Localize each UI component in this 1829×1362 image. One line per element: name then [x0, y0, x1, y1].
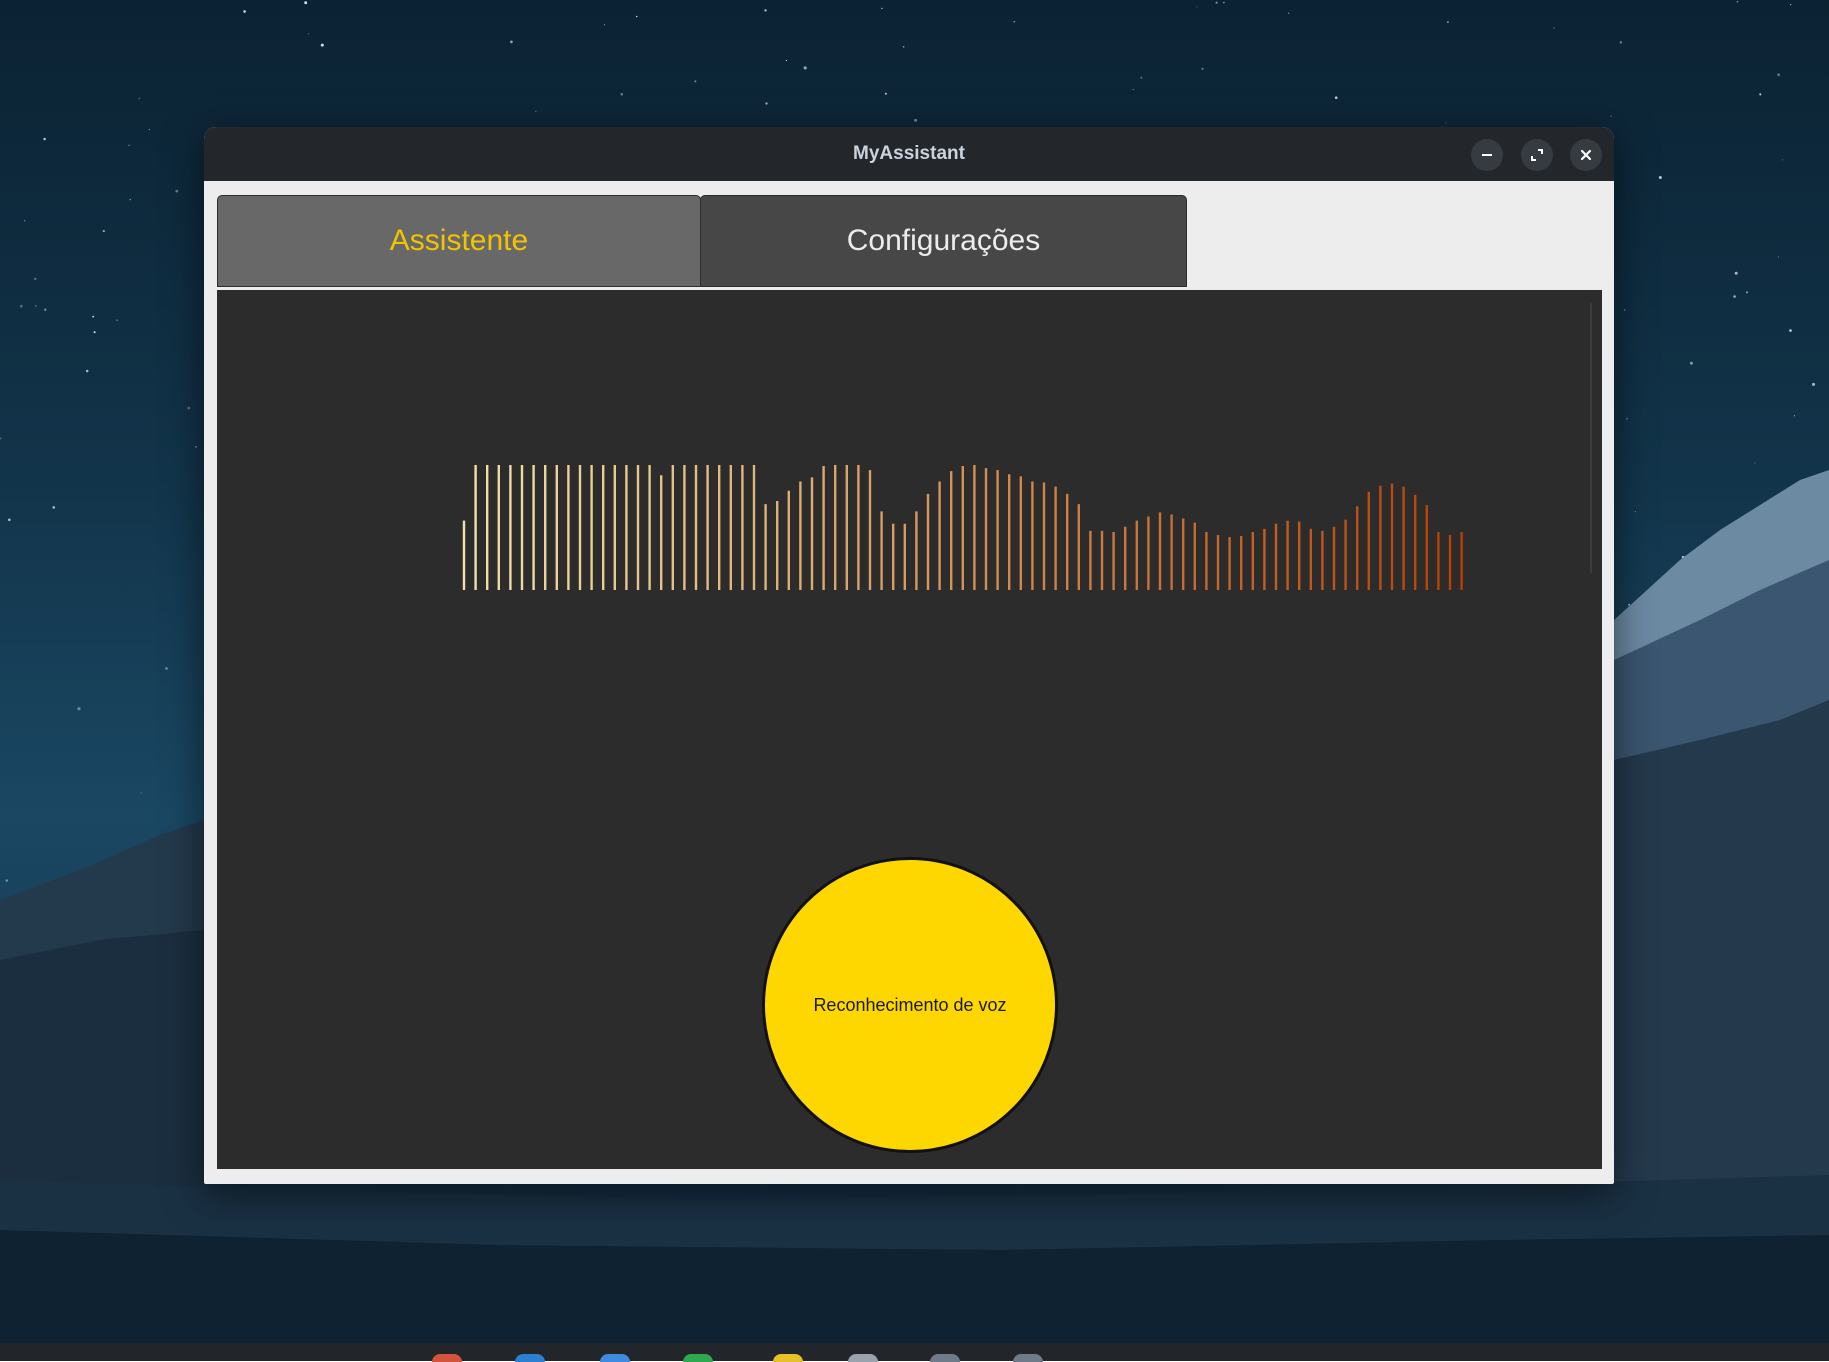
assistant-panel: Reconhecimento de voz [217, 290, 1602, 1169]
window-title: MyAssistant [853, 143, 965, 164]
taskbar [0, 1343, 1829, 1361]
tab-configuracoes[interactable]: Configurações [700, 195, 1187, 287]
app-window: MyAssistant Assistente Configurações Rec… [204, 127, 1614, 1184]
tab-configuracoes-label: Configurações [846, 224, 1041, 257]
tab-assistente-label: Assistente [389, 224, 529, 257]
maximize-icon [1531, 149, 1543, 161]
close-button[interactable] [1570, 139, 1602, 171]
title-bar[interactable]: MyAssistant [204, 127, 1614, 181]
audio-visualizer [462, 465, 1463, 590]
close-icon [1580, 149, 1592, 161]
visualizer-scrollbar[interactable] [1590, 303, 1592, 573]
tab-assistente[interactable]: Assistente [217, 195, 701, 287]
minimize-icon [1482, 154, 1492, 156]
voice-recognition-button[interactable]: Reconhecimento de voz [762, 857, 1058, 1153]
voice-recognition-label: Reconhecimento de voz [813, 994, 1007, 1015]
maximize-button[interactable] [1521, 139, 1553, 171]
minimize-button[interactable] [1471, 139, 1503, 171]
